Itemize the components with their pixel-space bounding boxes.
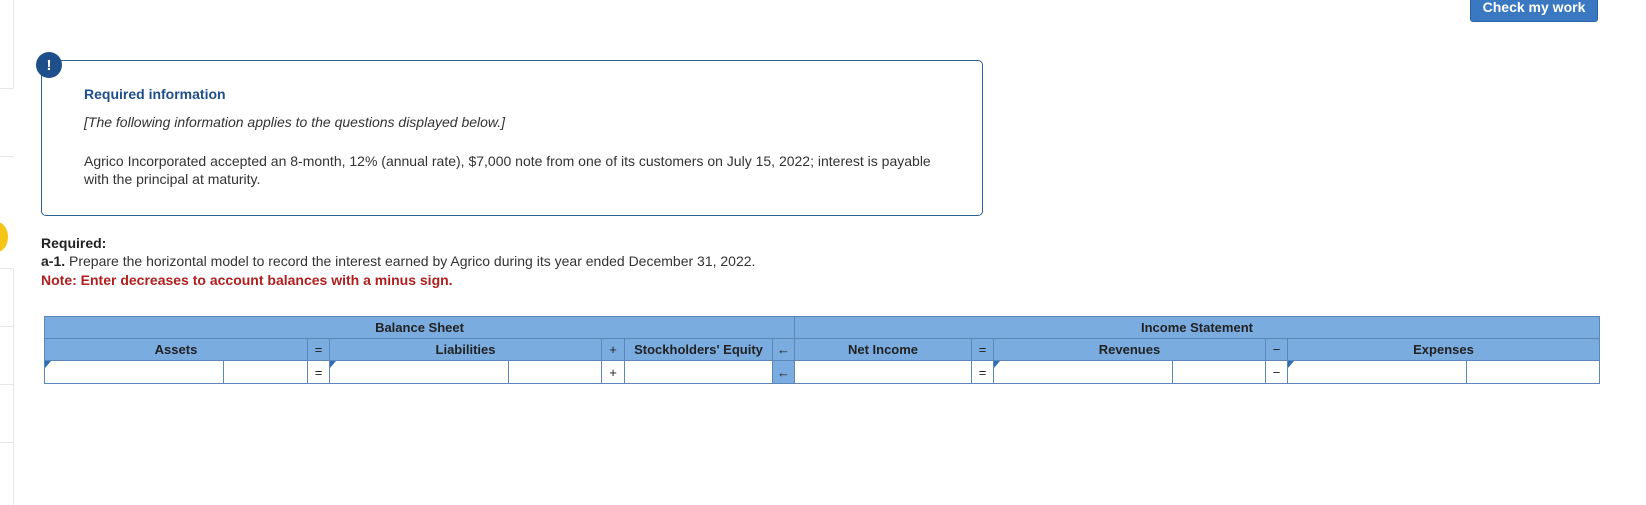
dropdown-flag-icon	[330, 361, 336, 368]
assets-header: Assets	[44, 338, 308, 361]
arrow-operator: ←	[772, 338, 795, 361]
equity-header: Stockholders' Equity	[624, 338, 773, 361]
strip-divider	[0, 268, 14, 269]
strip-divider	[0, 384, 14, 385]
revenues-amount-input[interactable]	[1172, 360, 1266, 384]
info-title: Required information	[84, 86, 226, 102]
strip-divider	[0, 326, 14, 327]
expenses-amount-input[interactable]	[1466, 360, 1600, 384]
strip-divider	[0, 88, 14, 89]
left-strip	[0, 0, 14, 505]
dropdown-flag-icon	[994, 361, 1000, 368]
strip-edge	[13, 268, 14, 505]
equity-amount-input[interactable]	[624, 360, 773, 384]
required-heading: Required:	[41, 235, 107, 251]
info-subtitle: [The following information applies to th…	[84, 114, 506, 130]
strip-divider	[0, 442, 14, 443]
expenses-account-input[interactable]	[1287, 360, 1467, 384]
income-statement-header: Income Statement	[794, 316, 1600, 339]
revenues-header: Revenues	[993, 338, 1266, 361]
equals-operator: =	[307, 360, 330, 384]
required-info-box	[41, 60, 983, 216]
info-body: Agrico Incorporated accepted an 8-month,…	[84, 153, 931, 187]
net-income-amount-input[interactable]	[794, 360, 972, 384]
revenues-account-input[interactable]	[993, 360, 1173, 384]
assets-account-input[interactable]	[44, 360, 224, 384]
plus-operator: +	[601, 360, 625, 384]
net-income-header: Net Income	[794, 338, 972, 361]
plus-operator: +	[601, 338, 625, 361]
arrow-operator: ←	[772, 360, 795, 384]
expenses-header: Expenses	[1287, 338, 1600, 361]
equals-operator: =	[307, 338, 330, 361]
minus-operator: −	[1265, 360, 1288, 384]
dropdown-flag-icon	[1288, 361, 1294, 368]
required-note: Note: Enter decreases to account balance…	[41, 272, 453, 288]
strip-edge	[13, 0, 14, 88]
strip-divider	[0, 156, 14, 157]
assets-amount-input[interactable]	[223, 360, 308, 384]
alert-icon: !	[36, 52, 62, 78]
horizontal-model-table: Balance Sheet Income Statement Assets = …	[44, 316, 1600, 386]
equals-operator: =	[971, 338, 994, 361]
required-question: a-1. Prepare the horizontal model to rec…	[41, 253, 755, 269]
part-label: a-1.	[41, 253, 66, 269]
check-my-work-button[interactable]: Check my work	[1470, 0, 1598, 22]
liabilities-header: Liabilities	[329, 338, 602, 361]
liabilities-amount-input[interactable]	[508, 360, 602, 384]
question-text: Prepare the horizontal model to record t…	[69, 253, 756, 269]
liabilities-account-input[interactable]	[329, 360, 509, 384]
dropdown-flag-icon	[45, 361, 51, 368]
minus-operator: −	[1265, 338, 1288, 361]
balance-sheet-header: Balance Sheet	[44, 316, 795, 339]
equals-operator: =	[971, 360, 994, 384]
